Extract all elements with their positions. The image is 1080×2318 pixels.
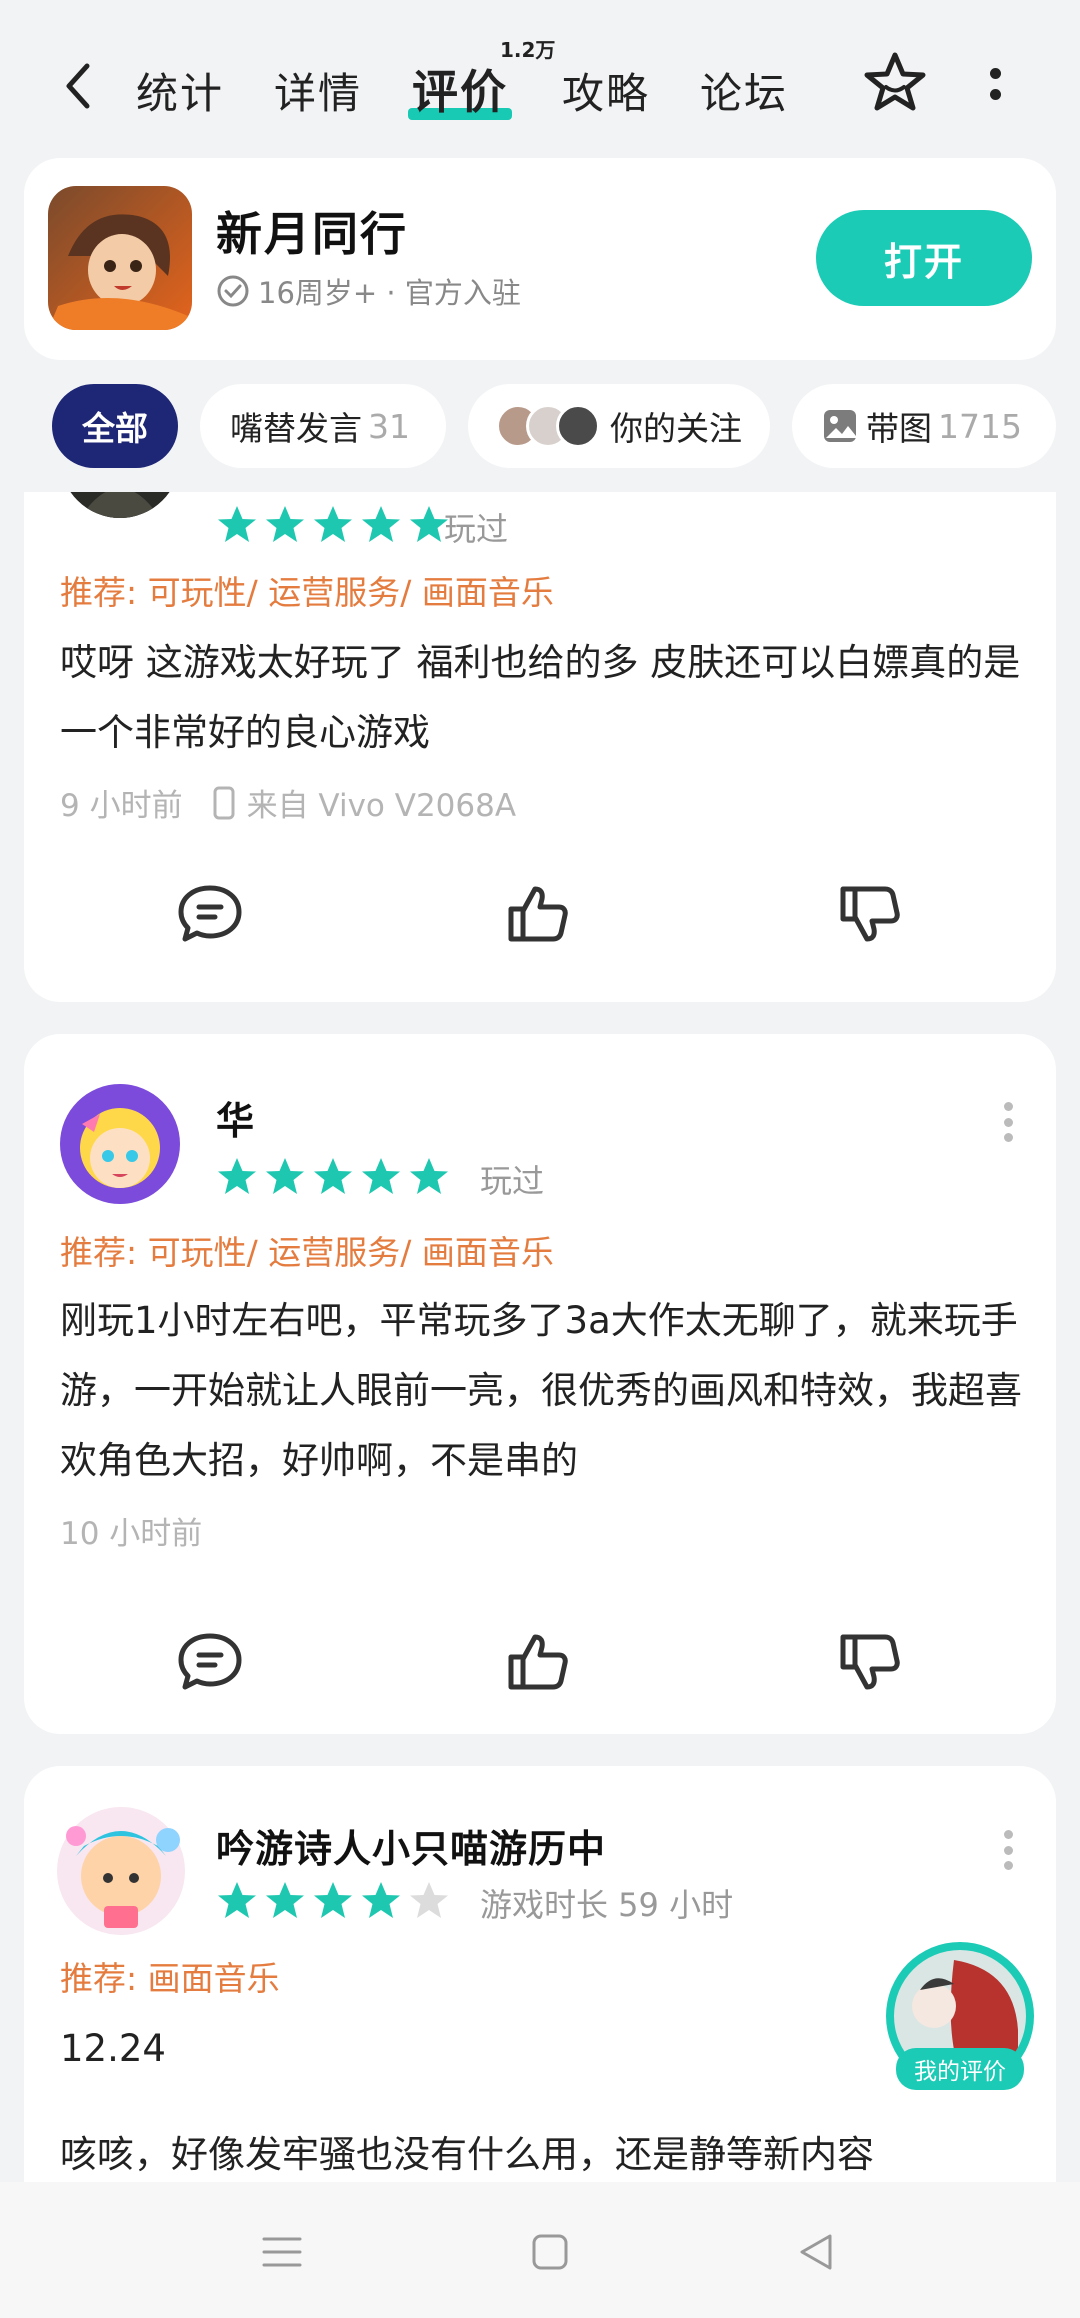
app-info-card: 新月同行 16周岁+ · 官方入驻 打开	[24, 158, 1056, 360]
tab-forum[interactable]: 论坛	[700, 60, 788, 121]
review-actions	[24, 1622, 1056, 1702]
username[interactable]: 吟游诗人小只喵游历中	[216, 1818, 606, 1873]
comment-button[interactable]	[170, 1622, 250, 1702]
review-list[interactable]: 玩过 推荐: 可玩性/ 运营服务/ 画面音乐 哎呀 这游戏太好玩了 福利也给的多…	[0, 492, 1080, 2182]
home-button[interactable]	[520, 2222, 580, 2282]
thumbs-down-icon	[840, 886, 900, 942]
comment-button[interactable]	[170, 874, 250, 954]
chip-quick-takes[interactable]: 嘴替发言 31	[200, 384, 446, 468]
triangle-back-icon	[800, 2234, 832, 2270]
chip-following-label: 你的关注	[610, 409, 742, 448]
tab-guides[interactable]: 攻略	[562, 60, 650, 121]
thumbs-up-icon	[508, 886, 568, 942]
review-text[interactable]: 刚玩1小时左右吧，平常玩多了3a大作太无聊了，就来玩手游，一开始就让人眼前一亮，…	[60, 1286, 1030, 1496]
review-actions	[24, 874, 1056, 954]
verified-icon	[217, 275, 249, 307]
tab-stats[interactable]: 统计	[136, 60, 224, 121]
system-back-button[interactable]	[786, 2222, 846, 2282]
my-review-label: 我的评价	[896, 2048, 1024, 2090]
tab-reviews[interactable]: 评价	[412, 56, 508, 122]
review-card: 华 玩过 推荐: 可玩性/ 运营服务/ 画面音乐 刚玩1小时左右吧，平常玩多了3…	[24, 1034, 1056, 1734]
more-icon[interactable]	[980, 60, 1010, 108]
review-meta: 10 小时前	[60, 1508, 202, 1553]
review-card: 玩过 推荐: 可玩性/ 运营服务/ 画面音乐 哎呀 这游戏太好玩了 福利也给的多…	[24, 492, 1056, 1002]
more-icon[interactable]	[996, 1102, 1020, 1142]
chip-following[interactable]: 你的关注	[468, 384, 770, 468]
square-icon	[532, 2234, 568, 2270]
recommend-tags: 推荐: 可玩性/ 运营服务/ 画面音乐	[60, 1233, 554, 1272]
review-device: 来自 Vivo V2068A	[246, 788, 517, 824]
tab-details[interactable]: 详情	[274, 60, 362, 121]
more-icon[interactable]	[996, 1830, 1020, 1870]
dislike-button[interactable]	[830, 1622, 910, 1702]
play-status: 玩过	[480, 1162, 545, 1200]
top-navigation: 统计 详情 评价 1.2万 攻略 论坛	[0, 0, 1080, 160]
avatar[interactable]	[60, 492, 180, 518]
recommend-tags: 推荐: 画面音乐	[60, 1959, 280, 1998]
review-text-date[interactable]: 12.24	[60, 2014, 1030, 2084]
app-icon[interactable]	[48, 186, 192, 330]
review-text[interactable]: 哎呀 这游戏太好玩了 福利也给的多 皮肤还可以白嫖真的是一个非常好的良心游戏	[60, 628, 1030, 768]
my-review-button[interactable]: 我的评价	[886, 1942, 1034, 2090]
chip-with-images-count: 1715	[938, 406, 1022, 446]
system-navigation-bar	[0, 2182, 1080, 2318]
avatar[interactable]	[46, 1796, 196, 1946]
app-name: 新月同行	[216, 207, 408, 261]
dislike-button[interactable]	[830, 874, 910, 954]
comment-icon	[178, 1633, 242, 1690]
comment-icon	[178, 885, 242, 942]
tab-reviews-count-badge: 1.2万	[500, 38, 556, 62]
review-time: 9 小时前	[60, 788, 183, 824]
menu-icon	[262, 2237, 302, 2267]
app-meta: 16周岁+ · 官方入驻	[216, 270, 521, 312]
thumbs-up-icon	[508, 1634, 568, 1690]
username[interactable]: 华	[216, 1090, 255, 1145]
favorite-button[interactable]	[862, 50, 928, 116]
rating-stars	[216, 1880, 450, 1922]
filter-chips: 全部 嘴替发言 31 你的关注 带图 1715	[0, 384, 1080, 468]
chip-quick-takes-count: 31	[368, 406, 410, 446]
review-meta: 9 小时前 来自 Vivo V2068A	[60, 780, 516, 825]
back-button[interactable]	[52, 56, 104, 116]
image-icon	[824, 410, 856, 442]
avatar[interactable]	[60, 1084, 180, 1204]
chip-with-images[interactable]: 带图 1715	[792, 384, 1056, 468]
like-button[interactable]	[498, 1622, 578, 1702]
following-avatars	[496, 404, 600, 448]
phone-icon	[213, 786, 235, 819]
recommend-tags: 推荐: 可玩性/ 运营服务/ 画面音乐	[60, 573, 554, 612]
chip-all[interactable]: 全部	[52, 384, 178, 468]
play-status: 玩过	[444, 510, 509, 548]
rating-stars	[216, 1156, 450, 1198]
app-meta-text: 16周岁+ · 官方入驻	[258, 276, 521, 310]
review-text[interactable]: 咳咳，好像发牢骚也没有什么用，还是静等新内容	[60, 2120, 1030, 2182]
thumbs-down-icon	[840, 1634, 900, 1690]
star-outline-icon	[864, 52, 926, 111]
back-icon	[66, 63, 90, 109]
open-app-button[interactable]: 打开	[816, 210, 1032, 306]
recent-apps-button[interactable]	[252, 2222, 312, 2282]
review-time: 10 小时前	[60, 1516, 203, 1552]
play-status: 游戏时长 59 小时	[480, 1886, 734, 1924]
chip-quick-takes-label: 嘴替发言	[230, 409, 362, 448]
chip-with-images-label: 带图	[866, 409, 932, 448]
like-button[interactable]	[498, 874, 578, 954]
rating-stars	[216, 504, 450, 546]
